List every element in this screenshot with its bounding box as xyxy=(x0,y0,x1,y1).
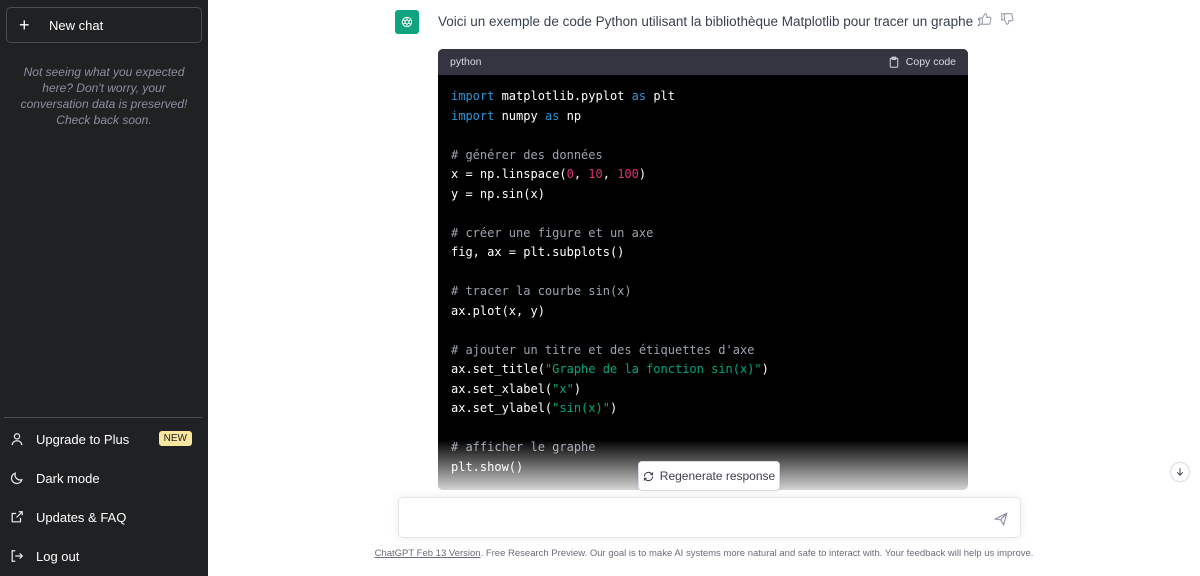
send-button[interactable] xyxy=(993,512,1008,527)
code-content: import matplotlib.pyplot as plt import nu… xyxy=(438,75,968,489)
code-line: x = np.linspace(0, 10, 100) xyxy=(451,167,647,181)
code-line: import numpy as np xyxy=(451,108,582,123)
code-language-label: python xyxy=(450,56,482,68)
code-line: ax.set_title("Graphe de la fonction sin(… xyxy=(451,362,769,376)
message-input[interactable] xyxy=(411,509,981,529)
logout-icon xyxy=(10,549,24,563)
sidebar: + New chat Not seeing what you expected … xyxy=(0,0,208,576)
copy-code-label: Copy code xyxy=(905,56,956,68)
code-line: # tracer la courbe sin(x) xyxy=(451,284,632,298)
sidebar-item-label: Upgrade to Plus xyxy=(36,431,130,447)
send-icon xyxy=(993,512,1008,527)
sidebar-item-label: Dark mode xyxy=(36,470,100,486)
arrow-down-icon xyxy=(1176,468,1184,476)
new-chat-button[interactable]: + New chat xyxy=(6,7,202,43)
code-line: # générer des données xyxy=(451,147,603,162)
feedback-buttons xyxy=(978,12,1014,26)
moon-icon xyxy=(10,471,24,485)
code-header: python Copy code xyxy=(438,49,968,75)
assistant-message-intro: Voici un exemple de code Python utilisan… xyxy=(438,14,981,29)
code-block: python Copy code import matplotlib.pyplo… xyxy=(438,49,968,490)
thumbs-down-icon[interactable] xyxy=(1000,12,1014,26)
refresh-icon xyxy=(643,471,653,481)
sidebar-divider xyxy=(4,417,202,418)
user-icon xyxy=(10,432,24,446)
code-line: ax.set_xlabel("x") xyxy=(451,381,582,396)
sidebar-item-dark-mode[interactable]: Dark mode xyxy=(10,463,200,493)
sidebar-item-label: Updates & FAQ xyxy=(36,509,127,525)
code-line: fig, ax = plt.subplots() xyxy=(451,245,625,259)
external-link-icon xyxy=(10,510,24,524)
code-line: ax.set_ylabel("sin(x)") xyxy=(451,401,618,415)
code-line: ax.plot(x, y) xyxy=(451,303,545,318)
sidebar-item-updates[interactable]: Updates & FAQ xyxy=(10,502,200,532)
message-input-box xyxy=(398,497,1021,538)
clipboard-icon xyxy=(889,56,899,68)
sidebar-item-label: Log out xyxy=(36,548,80,564)
plus-icon: + xyxy=(19,15,30,35)
code-line: y = np.sin(x) xyxy=(451,186,545,201)
new-badge: NEW xyxy=(158,431,192,446)
sidebar-item-logout[interactable]: Log out xyxy=(10,541,200,571)
regenerate-response-button[interactable]: Regenerate response xyxy=(638,461,780,491)
version-link[interactable]: ChatGPT Feb 13 Version xyxy=(375,548,481,559)
code-line: import matplotlib.pyplot as plt xyxy=(451,89,675,103)
footer-text: . Free Research Preview. Our goal is to … xyxy=(480,548,1034,559)
assistant-avatar xyxy=(395,10,419,34)
code-line: # ajouter un titre et des étiquettes d'a… xyxy=(451,342,755,357)
footer-disclaimer: ChatGPT Feb 13 Version. Free Research Pr… xyxy=(208,548,1200,559)
thumbs-up-icon[interactable] xyxy=(978,12,992,26)
sidebar-item-upgrade[interactable]: Upgrade to Plus NEW xyxy=(10,424,200,454)
openai-logo-icon xyxy=(401,16,413,28)
new-chat-label: New chat xyxy=(49,17,104,33)
code-line: # afficher le graphe xyxy=(451,440,596,454)
regenerate-label: Regenerate response xyxy=(659,469,776,483)
code-line: # créer une figure et un axe xyxy=(451,225,654,240)
chat-main: Voici un exemple de code Python utilisan… xyxy=(208,0,1200,576)
scroll-to-bottom-button[interactable] xyxy=(1170,462,1190,482)
copy-code-button[interactable]: Copy code xyxy=(888,56,956,68)
conversation-notice: Not seeing what you expected here? Don't… xyxy=(20,65,188,127)
